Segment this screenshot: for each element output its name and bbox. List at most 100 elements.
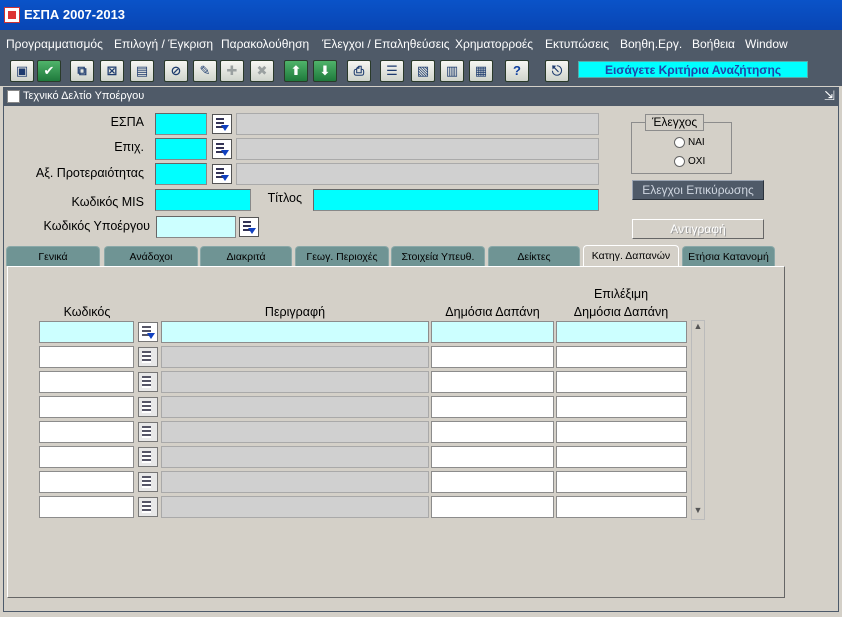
- row-description-field[interactable]: [161, 321, 429, 343]
- tab-general[interactable]: Γενικά: [6, 246, 100, 266]
- mis-code-field[interactable]: [155, 189, 251, 211]
- cancel-query-icon[interactable]: ⊠: [100, 60, 124, 82]
- subproject-lov-icon[interactable]: [239, 217, 259, 237]
- clipboard-icon[interactable]: ▦: [469, 60, 493, 82]
- menu-checks-verifications[interactable]: Έλεγχοι / Επαληθεύσεις: [322, 37, 450, 51]
- row-description-field: [161, 446, 429, 468]
- save-icon[interactable]: ▣: [10, 60, 34, 82]
- row-public-expense-field[interactable]: [431, 446, 554, 468]
- epix-description-field[interactable]: [236, 138, 599, 160]
- tab-discrete[interactable]: Διακριτά: [200, 246, 292, 266]
- column-header-eligible-line2: Δημόσια Δαπάνη: [573, 305, 669, 319]
- scroll-down-icon[interactable]: ▼: [692, 505, 704, 519]
- tab-geo-regions[interactable]: Γεωγ. Περιοχές: [295, 246, 389, 266]
- row-lov-icon[interactable]: [138, 447, 158, 467]
- row-lov-icon[interactable]: [138, 472, 158, 492]
- window-title: ΕΣΠΑ 2007-2013: [24, 7, 126, 22]
- menu-printouts[interactable]: Εκτυπώσεις: [545, 37, 609, 51]
- row-description-field: [161, 471, 429, 493]
- menu-help[interactable]: Βοήθεια: [692, 37, 735, 51]
- row-public-expense-field[interactable]: [431, 421, 554, 443]
- menu-window[interactable]: Window: [745, 37, 788, 51]
- epix-field[interactable]: [155, 138, 207, 160]
- row-lov-icon[interactable]: [138, 347, 158, 367]
- row-eligible-expense-field[interactable]: [556, 446, 687, 468]
- row-eligible-expense-field[interactable]: [556, 421, 687, 443]
- delete-record-icon[interactable]: ✖: [250, 60, 274, 82]
- list-values-icon[interactable]: ☰: [380, 60, 404, 82]
- row-eligible-expense-field[interactable]: [556, 471, 687, 493]
- print-icon[interactable]: ⎙: [347, 60, 371, 82]
- row-code-field[interactable]: [39, 446, 134, 468]
- copy-button[interactable]: Αντιγραφή: [632, 219, 764, 239]
- enter-query-icon[interactable]: ⧉: [70, 60, 94, 82]
- document-icon[interactable]: ▥: [440, 60, 464, 82]
- row-public-expense-field[interactable]: [431, 471, 554, 493]
- row-public-expense-field[interactable]: [431, 346, 554, 368]
- axis-field[interactable]: [155, 163, 207, 185]
- subproject-code-field[interactable]: [156, 216, 236, 238]
- menu-cash-flows[interactable]: Χρηματορροές: [455, 37, 533, 51]
- scroll-up-icon[interactable]: ▲: [692, 321, 704, 335]
- row-eligible-expense-field[interactable]: [556, 496, 687, 518]
- row-public-expense-field[interactable]: [431, 496, 554, 518]
- previous-record-icon[interactable]: ⬆: [284, 60, 308, 82]
- status-hint: Εισάγετε Κριτήρια Αναζήτησης: [578, 61, 808, 78]
- row-eligible-expense-field[interactable]: [556, 346, 687, 368]
- radio-no[interactable]: [674, 156, 685, 167]
- radio-yes[interactable]: [674, 137, 685, 148]
- espa-field[interactable]: [155, 113, 207, 135]
- tab-responsible[interactable]: Στοιχεία Υπευθ.: [391, 246, 485, 266]
- row-code-field[interactable]: [39, 396, 134, 418]
- espa-lov-icon[interactable]: [212, 114, 232, 134]
- report-icon[interactable]: ▧: [411, 60, 435, 82]
- row-eligible-expense-field[interactable]: [556, 396, 687, 418]
- tab-contractors[interactable]: Ανάδοχοι: [104, 246, 198, 266]
- row-description-field: [161, 371, 429, 393]
- next-record-icon[interactable]: ⬇: [313, 60, 337, 82]
- row-description-field: [161, 396, 429, 418]
- row-code-field[interactable]: [39, 421, 134, 443]
- execute-query-icon[interactable]: ▤: [130, 60, 154, 82]
- row-code-field[interactable]: [39, 346, 134, 368]
- row-eligible-expense-field[interactable]: [556, 371, 687, 393]
- validation-checks-button[interactable]: Ελεγχοι Επικύρωσης: [632, 180, 764, 200]
- radio-no-label: ΟΧΙ: [688, 156, 706, 167]
- insert-record-icon[interactable]: ✚: [220, 60, 244, 82]
- row-lov-icon[interactable]: [138, 497, 158, 517]
- menu-monitoring[interactable]: Παρακολούθηση: [221, 37, 309, 51]
- row-code-field[interactable]: [39, 371, 134, 393]
- epix-lov-icon[interactable]: [212, 139, 232, 159]
- form-icon: [7, 90, 20, 103]
- row-code-field[interactable]: [39, 471, 134, 493]
- row-public-expense-field[interactable]: [431, 371, 554, 393]
- tab-annual-allocation[interactable]: Ετήσια Κατανομή: [682, 246, 775, 266]
- tab-expense-categories[interactable]: Κατηγ. Δαπανών: [583, 245, 679, 267]
- row-public-expense-field[interactable]: [431, 321, 554, 343]
- row-code-field[interactable]: [39, 321, 134, 343]
- menu-programming[interactable]: Προγραμματισμός: [6, 37, 103, 51]
- help-icon[interactable]: ?: [505, 60, 529, 82]
- row-eligible-expense-field[interactable]: [556, 321, 687, 343]
- controls-legend: Έλεγχος: [645, 114, 705, 131]
- exit-icon[interactable]: ⎋: [545, 60, 569, 82]
- row-lov-icon[interactable]: [138, 322, 158, 342]
- row-code-field[interactable]: [39, 496, 134, 518]
- row-lov-icon[interactable]: [138, 372, 158, 392]
- row-lov-icon[interactable]: [138, 397, 158, 417]
- title-field[interactable]: [313, 189, 599, 211]
- espa-description-field[interactable]: [236, 113, 599, 135]
- axis-description-field[interactable]: [236, 163, 599, 185]
- row-public-expense-field[interactable]: [431, 396, 554, 418]
- radio-yes-label: ΝΑΙ: [688, 137, 705, 148]
- grid-scrollbar[interactable]: ▲ ▼: [691, 320, 705, 520]
- menu-selection-approval[interactable]: Επιλογή / Έγκριση: [114, 37, 213, 51]
- check-icon[interactable]: ✔: [37, 60, 61, 82]
- tab-indicators[interactable]: Δείκτες: [488, 246, 580, 266]
- axis-lov-icon[interactable]: [212, 164, 232, 184]
- menu-work-help[interactable]: Βοηθη.Εργ.: [620, 37, 682, 51]
- clear-record-icon[interactable]: ⊘: [164, 60, 188, 82]
- row-lov-icon[interactable]: [138, 422, 158, 442]
- minimize-icon[interactable]: ⇲: [824, 88, 835, 104]
- edit-icon[interactable]: ✎: [193, 60, 217, 82]
